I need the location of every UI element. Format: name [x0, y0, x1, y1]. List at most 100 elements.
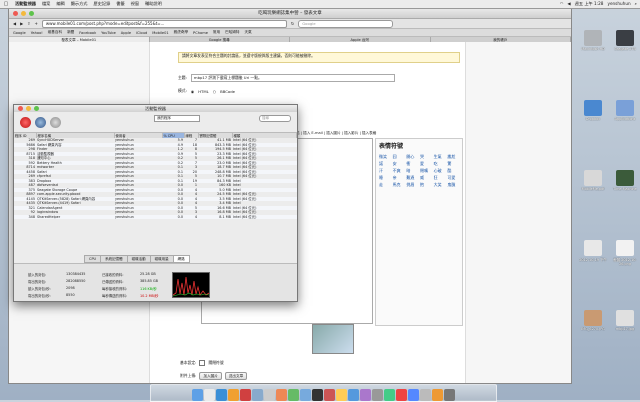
emoticon-item[interactable]: 可愛: [447, 175, 459, 181]
am-zoom-icon[interactable]: [34, 106, 39, 111]
process-search-input[interactable]: 搜尋: [259, 115, 291, 122]
attached-image-thumbnail[interactable]: [312, 324, 354, 354]
emoticon-item[interactable]: 亲: [393, 175, 405, 181]
dock-app-icon[interactable]: [432, 389, 443, 401]
share-icon[interactable]: ⇪: [27, 21, 30, 26]
bookmark-item[interactable]: Google: [13, 31, 26, 35]
menu-item-history[interactable]: 歷史記錄: [91, 1, 114, 7]
bookmark-item[interactable]: 雅虎奇摩: [174, 30, 188, 35]
dock-app-icon[interactable]: [360, 389, 371, 401]
menu-app-name[interactable]: 活動監視器: [12, 1, 39, 7]
emoticon-item[interactable]: 暗: [406, 168, 418, 174]
attach-image-button[interactable]: 加入圖片: [199, 372, 222, 380]
forward-icon[interactable]: ▶: [20, 21, 23, 26]
dock-app-icon[interactable]: [444, 389, 455, 401]
desktop-icon[interactable]: MobileMe.pdf: [578, 170, 608, 191]
bookmark-item[interactable]: Facebook: [79, 31, 96, 35]
dock-app-icon[interactable]: [264, 389, 275, 401]
emoticon-item[interactable]: 馬克: [393, 182, 405, 188]
inspect-process-icon[interactable]: [35, 116, 46, 128]
emoticon-item[interactable]: 走: [379, 182, 391, 188]
emoticon-item[interactable]: 狂: [434, 175, 446, 181]
dock-app-icon[interactable]: [408, 389, 419, 401]
menu-clock[interactable]: 週五 上午 1:28: [575, 1, 604, 7]
google-search-input[interactable]: Google: [298, 19, 394, 28]
desktop-icon[interactable]: 2012-10-19 下午: [578, 240, 608, 262]
mode-bbcode-radio[interactable]: ○: [213, 89, 216, 94]
menu-item-file[interactable]: 檔案: [39, 1, 53, 7]
dock-app-icon[interactable]: [288, 389, 299, 401]
bookmark-item[interactable]: 巴哈姆特: [225, 30, 239, 35]
desktop-icon[interactable]: Applications: [610, 100, 640, 121]
am-tab[interactable]: CPU: [84, 255, 101, 263]
sample-process-icon[interactable]: [50, 116, 61, 128]
dock-app-icon[interactable]: [228, 389, 239, 401]
desktop-icon[interactable]: mbp17.jpg: [610, 310, 640, 331]
desktop-icon[interactable]: 截圖 2012-10-26.png: [610, 240, 640, 266]
bookmark-item[interactable]: Mobile01: [152, 31, 168, 35]
dock-app-icon[interactable]: [240, 389, 251, 401]
process-filter-select[interactable]: 我的程序: [154, 115, 200, 122]
desktop-icon[interactable]: IMG_6270.JPG: [578, 310, 608, 331]
apple-menu-icon[interactable]: : [0, 1, 12, 7]
submit-post-button[interactable]: 送出文章: [224, 372, 248, 380]
bookmark-item[interactable]: YouTube: [101, 31, 116, 35]
bookmark-item[interactable]: Yahoo!: [31, 31, 43, 35]
am-minimize-icon[interactable]: [26, 106, 31, 111]
spotlight-icon[interactable]: ⌕: [635, 1, 637, 7]
emoticon-item[interactable]: 驚: [447, 161, 459, 167]
emoticon-item[interactable]: 閉嘴: [420, 168, 432, 174]
emoticon-item[interactable]: 抱: [420, 182, 432, 188]
emoticon-item[interactable]: 難過: [406, 175, 418, 181]
dock-app-icon[interactable]: [348, 389, 359, 401]
emoticon-item[interactable]: 生氣: [434, 154, 446, 160]
dock-app-icon[interactable]: [384, 389, 395, 401]
am-tab[interactable]: 網路: [172, 255, 190, 263]
bookmark-item[interactable]: 天氣: [244, 30, 251, 35]
menu-item-bookmarks[interactable]: 書籤: [113, 1, 127, 7]
subject-input[interactable]: mbp17 評測下載寫上標題後 Uri 一點。: [190, 74, 395, 82]
menu-item-view[interactable]: 顯示方式: [68, 1, 91, 7]
emoticon-item[interactable]: 大笑: [434, 182, 446, 188]
menu-user[interactable]: yenshuhun: [607, 1, 630, 7]
emoticon-item[interactable]: 衝: [406, 161, 418, 167]
desktop-icon[interactable]: Macintosh HD: [578, 30, 608, 51]
menu-item-help[interactable]: 輔助說明: [142, 1, 165, 7]
zoom-icon[interactable]: [29, 11, 34, 16]
dock-app-icon[interactable]: [300, 389, 311, 401]
dock-app-icon[interactable]: [372, 389, 383, 401]
reload-icon[interactable]: ↻: [291, 21, 294, 26]
back-icon[interactable]: ◀: [13, 21, 16, 26]
close-icon[interactable]: [13, 11, 18, 16]
dock-app-icon[interactable]: [204, 389, 215, 401]
am-tab[interactable]: 磁碟活動: [126, 255, 150, 263]
bookmark-item[interactable]: Apple: [121, 31, 131, 35]
emoticon-item[interactable]: 愛: [420, 161, 432, 167]
menu-item-window[interactable]: 視窗: [128, 1, 142, 7]
emoticon-item[interactable]: 不爽: [393, 168, 405, 174]
mode-html-radio[interactable]: ◉: [191, 89, 194, 94]
minimize-icon[interactable]: [21, 11, 26, 16]
dock-app-icon[interactable]: [216, 389, 227, 401]
dock-app-icon[interactable]: [324, 389, 335, 401]
emoticon-item[interactable]: 鬼臉: [447, 182, 459, 188]
am-close-icon[interactable]: [18, 106, 23, 111]
dock-app-icon[interactable]: [252, 389, 263, 401]
emoticon-item[interactable]: 囧: [393, 154, 405, 160]
volume-icon[interactable]: ◀: [567, 1, 570, 7]
address-bar[interactable]: www.mobile01.com/post.php?mode=editpost&…: [41, 19, 287, 28]
plus-icon[interactable]: +: [35, 21, 38, 26]
bookmark-item[interactable]: PChome: [193, 31, 208, 35]
emoticon-item[interactable]: 哭: [420, 154, 432, 160]
emoticon-item[interactable]: 諾: [379, 161, 391, 167]
emoticon-item[interactable]: 挑眉: [406, 182, 418, 188]
emoticon-item[interactable]: 酷: [447, 168, 459, 174]
emoticon-item[interactable]: 安: [393, 161, 405, 167]
desktop-icon[interactable]: Seagate 2TB: [610, 30, 640, 51]
am-tab[interactable]: 系統記憶體: [100, 255, 127, 263]
emoticon-item[interactable]: 微笑: [379, 154, 391, 160]
dock-app-icon[interactable]: [336, 389, 347, 401]
desktop-icon[interactable]: Dropbox: [578, 100, 608, 121]
emoticon-item[interactable]: 睡: [379, 175, 391, 181]
menu-item-edit[interactable]: 編輯: [53, 1, 67, 7]
